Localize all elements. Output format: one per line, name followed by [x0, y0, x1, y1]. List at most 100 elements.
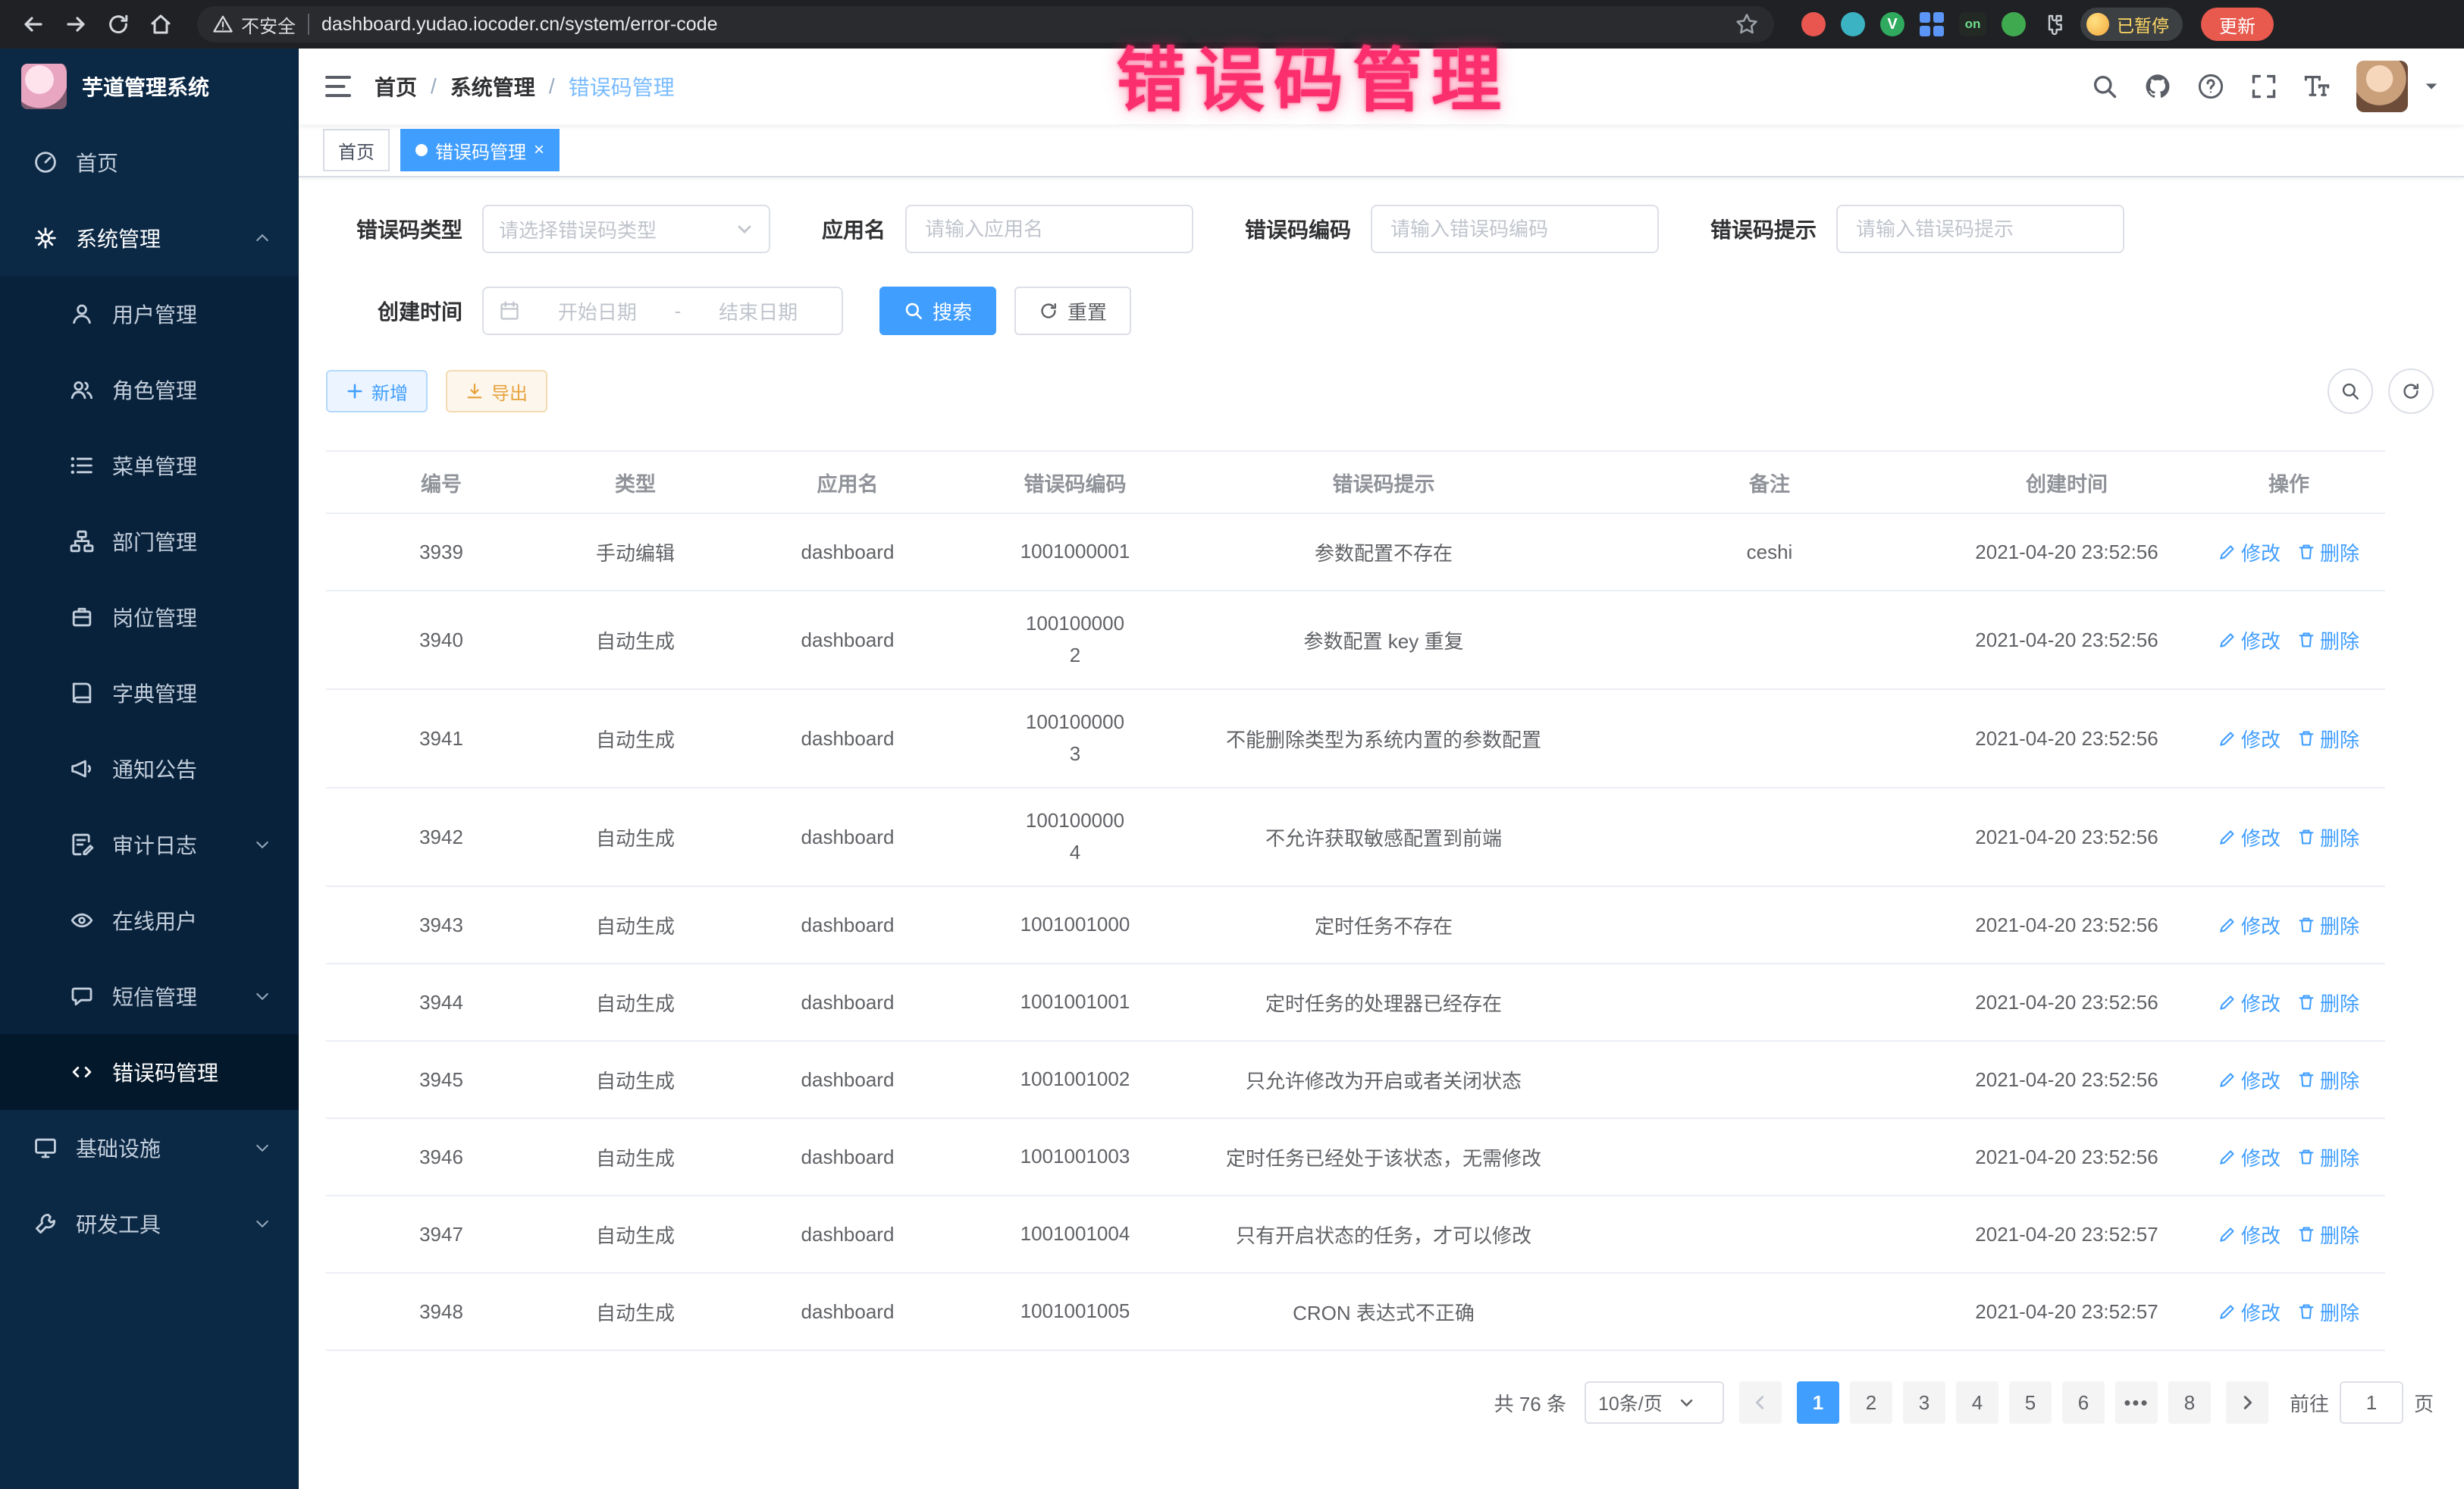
breadcrumb-system[interactable]: 系统管理: [450, 71, 535, 102]
extension-teal-icon[interactable]: [1841, 12, 1865, 36]
edit-button[interactable]: 修改: [2218, 626, 2281, 654]
page-button[interactable]: 1: [1797, 1381, 1839, 1424]
edit-button[interactable]: 修改: [2218, 1298, 2281, 1326]
extension-red-icon[interactable]: [1801, 12, 1826, 36]
error-code-input[interactable]: [1371, 205, 1659, 253]
trash-icon: [2297, 916, 2315, 934]
delete-button[interactable]: 删除: [2297, 1298, 2359, 1326]
extension-grid-icon[interactable]: [1920, 12, 1944, 36]
prev-page-button[interactable]: [1739, 1381, 1782, 1424]
edit-icon: [2218, 993, 2237, 1011]
sidebar-item[interactable]: 系统管理: [0, 200, 299, 276]
help-icon[interactable]: [2197, 73, 2224, 100]
table-row: 3944自动生成dashboard1001001001定时任务的处理器已经存在2…: [326, 964, 2385, 1042]
delete-button[interactable]: 删除: [2297, 626, 2359, 654]
toggle-search-button[interactable]: [2328, 368, 2373, 414]
security-indicator[interactable]: 不安全: [212, 11, 296, 38]
back-icon[interactable]: [15, 6, 52, 42]
breadcrumb-home[interactable]: 首页: [375, 71, 417, 102]
page-button[interactable]: 3: [1903, 1381, 1945, 1424]
start-date-placeholder: 开始日期: [529, 297, 666, 325]
address-bar[interactable]: 不安全 dashboard.yudao.iocoder.cn/system/er…: [197, 6, 1774, 42]
cell-app: dashboard: [714, 914, 981, 937]
bookmark-star-icon[interactable]: [1735, 12, 1759, 36]
profile-chip[interactable]: 已暂停: [2080, 8, 2183, 41]
edit-button[interactable]: 修改: [2218, 823, 2281, 851]
page-button[interactable]: 2: [1850, 1381, 1892, 1424]
delete-button[interactable]: 删除: [2297, 989, 2359, 1017]
reload-icon[interactable]: [100, 6, 136, 42]
search-icon[interactable]: [2091, 73, 2118, 100]
sidebar-item[interactable]: 短信管理: [0, 958, 299, 1034]
edit-button[interactable]: 修改: [2218, 911, 2281, 939]
add-button[interactable]: 新增: [326, 370, 428, 412]
sidebar-item[interactable]: 岗位管理: [0, 579, 299, 655]
edit-button[interactable]: 修改: [2218, 1143, 2281, 1171]
delete-button[interactable]: 删除: [2297, 911, 2359, 939]
edit-button[interactable]: 修改: [2218, 538, 2281, 566]
error-type-select[interactable]: 请选择错误码类型: [482, 205, 770, 253]
edit-button[interactable]: 修改: [2218, 989, 2281, 1017]
tab-home[interactable]: 首页: [323, 129, 390, 171]
search-button[interactable]: 搜索: [879, 287, 996, 335]
sidebar-item[interactable]: 字典管理: [0, 655, 299, 731]
cell-actions: 修改删除: [2193, 725, 2385, 753]
edit-button[interactable]: 修改: [2218, 1221, 2281, 1249]
refresh-table-button[interactable]: [2388, 368, 2434, 414]
sidebar-item[interactable]: 错误码管理: [0, 1034, 299, 1110]
reset-button[interactable]: 重置: [1014, 287, 1131, 335]
tab-error-code[interactable]: 错误码管理 ×: [400, 129, 560, 171]
font-size-icon[interactable]: [2303, 73, 2331, 100]
home-icon[interactable]: [143, 6, 179, 42]
pager-ellipsis[interactable]: •••: [2115, 1381, 2158, 1424]
sidebar-item[interactable]: 在线用户: [0, 882, 299, 958]
error-hint-input[interactable]: [1836, 205, 2124, 253]
sidebar-item[interactable]: 通知公告: [0, 731, 299, 807]
github-icon[interactable]: [2144, 73, 2171, 100]
cell-type: 自动生成: [556, 725, 714, 753]
extension-on-badge[interactable]: on: [1959, 12, 1986, 36]
delete-button[interactable]: 删除: [2297, 1143, 2359, 1171]
export-button[interactable]: 导出: [446, 370, 547, 412]
fullscreen-icon[interactable]: [2250, 73, 2277, 100]
next-page-button[interactable]: [2226, 1381, 2268, 1424]
page-size-select[interactable]: 10条/页: [1585, 1381, 1724, 1424]
goto-page-input[interactable]: [2340, 1381, 2403, 1424]
extension-v-icon[interactable]: V: [1880, 12, 1904, 36]
page-button[interactable]: 8: [2168, 1381, 2211, 1424]
date-range-picker[interactable]: 开始日期 - 结束日期: [482, 287, 843, 335]
sidebar-item[interactable]: 审计日志: [0, 807, 299, 882]
app-name-input[interactable]: [905, 205, 1193, 253]
delete-button[interactable]: 删除: [2297, 1221, 2359, 1249]
page-button[interactable]: 6: [2062, 1381, 2105, 1424]
user-avatar[interactable]: [2356, 61, 2408, 112]
browser-update-button[interactable]: 更新: [2201, 8, 2274, 41]
edit-button[interactable]: 修改: [2218, 1066, 2281, 1094]
delete-button[interactable]: 删除: [2297, 823, 2359, 851]
sidebar-item[interactable]: 用户管理: [0, 276, 299, 352]
extensions-puzzle-icon[interactable]: [2041, 12, 2065, 36]
page-button[interactable]: 5: [2009, 1381, 2052, 1424]
extension-green-icon[interactable]: [2002, 12, 2026, 36]
sidebar-item[interactable]: 角色管理: [0, 352, 299, 428]
sidebar-item[interactable]: 基础设施: [0, 1110, 299, 1186]
sidebar-item[interactable]: 部门管理: [0, 503, 299, 579]
sidebar-item[interactable]: 菜单管理: [0, 428, 299, 503]
sidebar-logo[interactable]: 芋道管理系统: [0, 49, 299, 124]
hamburger-icon[interactable]: [323, 71, 353, 102]
table-row: 3940自动生成dashboard100100000 2参数配置 key 重复2…: [326, 591, 2385, 690]
cell-id: 3941: [326, 727, 556, 751]
url-text[interactable]: dashboard.yudao.iocoder.cn/system/error-…: [321, 14, 1723, 36]
page-button[interactable]: 4: [1956, 1381, 1998, 1424]
sidebar-item[interactable]: 研发工具: [0, 1186, 299, 1262]
avatar-caret-icon[interactable]: [2423, 78, 2440, 95]
delete-button[interactable]: 删除: [2297, 1066, 2359, 1094]
forward-icon[interactable]: [58, 6, 94, 42]
delete-button[interactable]: 删除: [2297, 725, 2359, 753]
edit-button[interactable]: 修改: [2218, 725, 2281, 753]
cell-hint: CRON 表达式不正确: [1169, 1298, 1598, 1326]
sidebar-item[interactable]: 首页: [0, 124, 299, 200]
tab-close-icon[interactable]: ×: [534, 141, 544, 159]
edit-icon: [2218, 916, 2237, 934]
delete-button[interactable]: 删除: [2297, 538, 2359, 566]
